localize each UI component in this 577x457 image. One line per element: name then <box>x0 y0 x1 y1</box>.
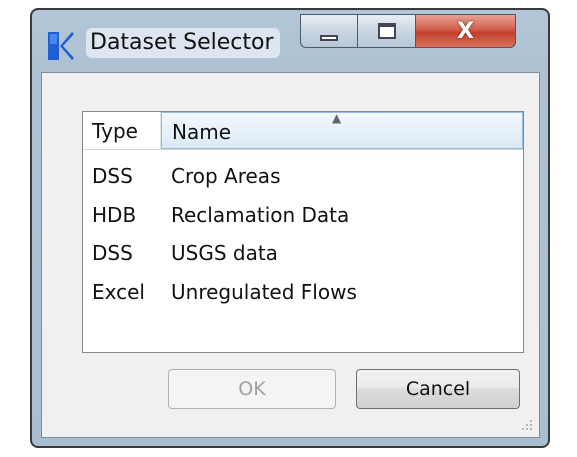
app-icon <box>48 32 74 60</box>
cell-name: USGS data <box>171 241 278 265</box>
ok-button[interactable]: OK <box>168 369 336 409</box>
maximize-icon <box>377 23 396 39</box>
table-row[interactable]: DSS Crop Areas <box>83 158 523 197</box>
cell-name: Unregulated Flows <box>171 279 357 304</box>
close-button[interactable]: X <box>416 14 516 48</box>
column-header-type[interactable]: Type <box>83 112 161 150</box>
cancel-button-label: Cancel <box>405 378 471 400</box>
maximize-button[interactable] <box>358 14 416 48</box>
cell-type: HDB <box>92 202 137 227</box>
close-icon: X <box>457 18 474 44</box>
column-header-name[interactable]: ▲ Name <box>161 111 523 149</box>
cell-name: Reclamation Data <box>171 202 350 227</box>
column-header-type-label: Type <box>92 119 138 143</box>
column-header-name-label: Name <box>172 120 232 144</box>
cell-type: DSS <box>92 164 133 188</box>
window-title: Dataset Selector <box>86 28 280 58</box>
cancel-button[interactable]: Cancel <box>356 369 520 409</box>
table-row[interactable]: HDB Reclamation Data <box>83 197 523 236</box>
table-row[interactable]: DSS USGS data <box>83 235 523 274</box>
title-bar[interactable]: Dataset Selector X <box>32 10 548 74</box>
dataset-table[interactable]: Type ▲ Name DSS Crop Areas HDB Reclamati… <box>82 111 524 353</box>
cell-name: Crop Areas <box>171 164 281 188</box>
table-row[interactable]: Excel Unregulated Flows <box>83 274 523 313</box>
resize-grip-icon[interactable] <box>519 417 533 431</box>
cell-type: DSS <box>92 241 133 265</box>
dialog-client-area: Type ▲ Name DSS Crop Areas HDB Reclamati… <box>41 72 540 438</box>
dataset-selector-window: Dataset Selector X Type ▲ Name DSS Crop … <box>30 8 550 448</box>
minimize-button[interactable] <box>300 14 358 48</box>
table-body: DSS Crop Areas HDB Reclamation Data DSS … <box>83 158 523 312</box>
cell-type: Excel <box>92 279 145 304</box>
table-header: Type ▲ Name <box>83 111 523 150</box>
sort-ascending-icon: ▲ <box>332 111 342 125</box>
ok-button-label: OK <box>238 378 266 400</box>
minimize-icon <box>320 35 338 41</box>
